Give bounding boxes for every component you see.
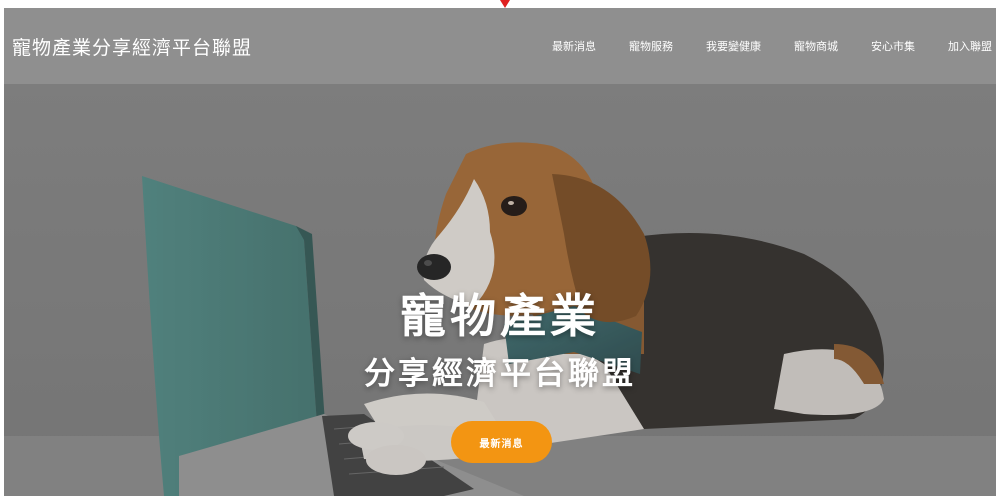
scroll-marker-icon xyxy=(500,0,510,8)
hero-news-button[interactable]: 最新消息 xyxy=(451,421,552,463)
site-header: 寵物產業分享經濟平台聯盟 最新消息 寵物服務 我要變健康 寵物商城 安心市集 加… xyxy=(4,8,996,84)
nav-item-health[interactable]: 我要變健康 xyxy=(706,38,761,54)
nav-item-pet-services[interactable]: 寵物服務 xyxy=(629,38,673,54)
hero-subtitle: 分享經濟平台聯盟 xyxy=(364,356,636,392)
hero-banner: 寵物產業 分享經濟平台聯盟 最新消息 xyxy=(4,84,996,496)
nav-item-join[interactable]: 加入聯盟 xyxy=(948,38,992,54)
main-nav: 最新消息 寵物服務 我要變健康 寵物商城 安心市集 加入聯盟 xyxy=(552,8,992,84)
nav-item-pet-shop[interactable]: 寵物商城 xyxy=(794,38,838,54)
nav-item-market[interactable]: 安心市集 xyxy=(871,38,915,54)
nav-item-news[interactable]: 最新消息 xyxy=(552,38,596,54)
site-brand[interactable]: 寵物產業分享經濟平台聯盟 xyxy=(12,33,252,60)
hero-title: 寵物產業 xyxy=(400,289,600,343)
